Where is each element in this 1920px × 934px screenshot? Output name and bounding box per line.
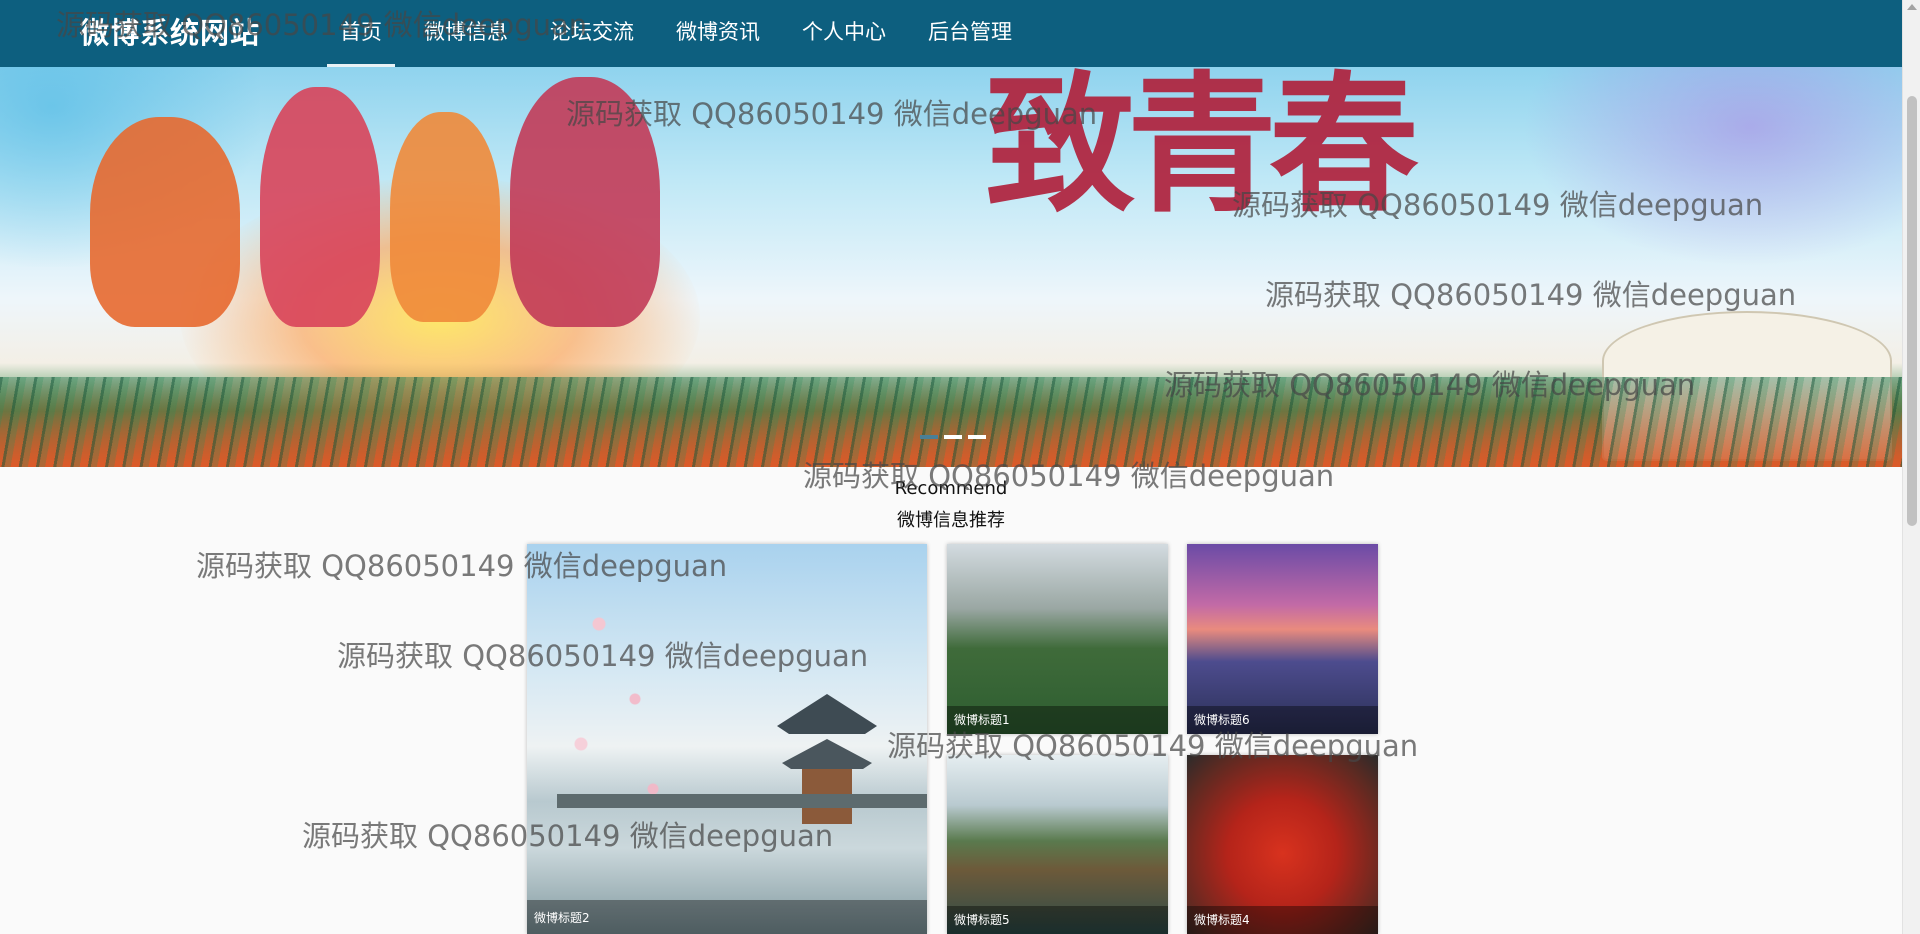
top-navbar: 微博系统网站 首页 微博信息 论坛交流 微博资讯 个人中心 后台管理 [0,0,1902,67]
banner-silhouette [510,77,660,327]
section-title-cn: 微博信息推荐 [897,510,1005,531]
nav-personal-center[interactable]: 个人中心 [789,0,899,67]
recommend-card[interactable]: 微博标题6 [1187,544,1378,734]
carousel-dot[interactable] [968,435,986,439]
card-caption[interactable]: 微博标题1 [947,706,1168,734]
scrollbar-thumb[interactable] [1907,96,1917,526]
banner-silhouette [260,87,380,327]
nav-home[interactable]: 首页 [327,0,395,67]
banner-silhouette [390,112,500,322]
card-image-pier [557,794,927,808]
nav-admin[interactable]: 后台管理 [915,0,1025,67]
scroll-up-arrow-icon[interactable] [1907,4,1917,10]
nav-forum[interactable]: 论坛交流 [537,0,647,67]
recommend-card[interactable]: 微博标题4 [1187,755,1378,934]
section-title-en: Recommend [894,478,1008,499]
main-nav: 首页 微博信息 论坛交流 微博资讯 个人中心 后台管理 [327,0,1041,67]
banner-headline: 致青春 [985,67,1419,233]
banner-silhouette [90,117,240,327]
banner-splash-right [1522,67,1902,267]
site-brand[interactable]: 微博系统网站 [80,14,260,52]
carousel-dot[interactable] [944,435,962,439]
nav-weibo-news[interactable]: 微博资讯 [663,0,773,67]
banner-grass [0,377,1902,467]
recommend-card[interactable]: 微博标题5 [947,755,1168,934]
carousel-indicators [920,435,986,439]
recommend-card[interactable]: 微博标题1 [947,544,1168,734]
card-caption[interactable]: 微博标题4 [1187,906,1378,934]
recommend-card[interactable]: 微博标题2 [527,544,927,934]
card-caption[interactable]: 微博标题2 [527,900,927,934]
vertical-scrollbar[interactable] [1902,0,1920,934]
carousel-dot[interactable] [920,435,938,439]
card-image-blossom [527,564,707,864]
card-caption[interactable]: 微博标题5 [947,906,1168,934]
nav-weibo-info[interactable]: 微博信息 [411,0,521,67]
card-caption[interactable]: 微博标题6 [1187,706,1378,734]
hero-banner[interactable]: 致青春 [0,67,1902,467]
